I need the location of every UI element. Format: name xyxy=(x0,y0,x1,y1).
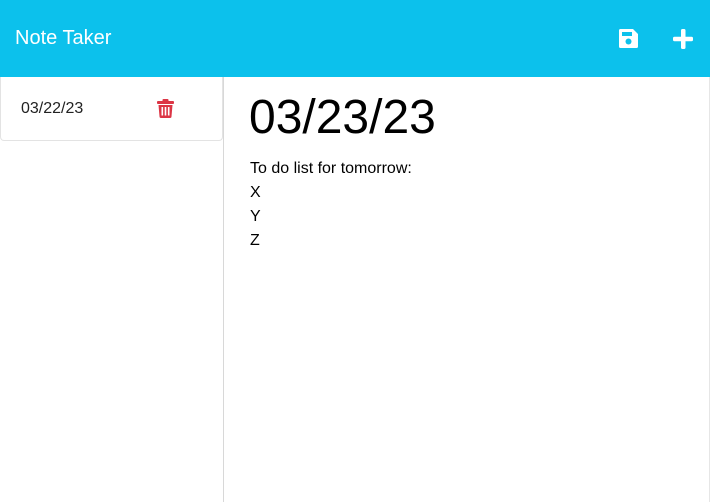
save-note-button[interactable] xyxy=(615,26,641,52)
note-editor: 03/23/23 To do list for tomorrow: X Y Z xyxy=(224,77,710,502)
note-list-title[interactable]: 03/22/23 xyxy=(21,100,83,118)
trash-icon[interactable] xyxy=(157,99,174,118)
app-title[interactable]: Note Taker xyxy=(15,27,111,49)
new-note-button[interactable] xyxy=(670,26,696,52)
note-title-input[interactable]: 03/23/23 xyxy=(249,91,689,145)
note-text-line: Y xyxy=(250,208,261,225)
notes-sidebar: 03/22/23 xyxy=(0,77,224,502)
note-text-line: X xyxy=(250,184,261,201)
plus-icon[interactable] xyxy=(671,27,695,51)
note-text-line: To do list for tomorrow: xyxy=(250,160,412,177)
save-icon[interactable] xyxy=(616,27,640,51)
navbar: Note Taker xyxy=(0,0,710,77)
note-text-line: Z xyxy=(250,232,260,249)
list-item[interactable]: 03/22/23 xyxy=(0,77,223,141)
note-text-area[interactable]: To do list for tomorrow: X Y Z xyxy=(250,157,690,253)
